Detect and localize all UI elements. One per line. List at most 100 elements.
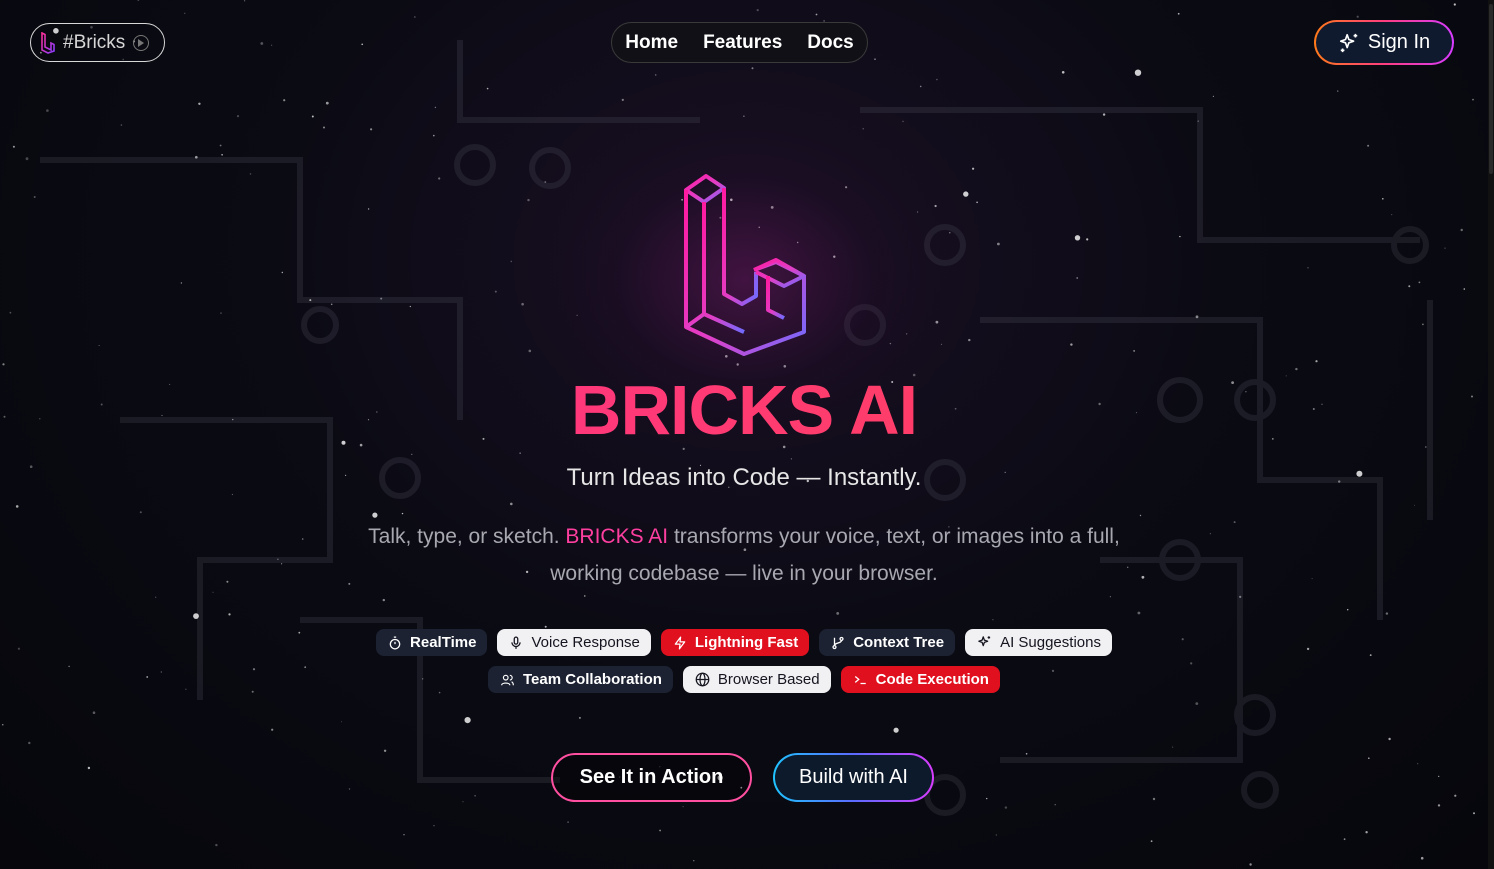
star	[1195, 315, 1199, 319]
star	[367, 208, 370, 210]
star	[693, 860, 695, 862]
play-circle-icon	[133, 34, 150, 51]
sign-in-button[interactable]: Sign In	[1314, 20, 1454, 65]
star	[226, 580, 229, 583]
star	[195, 155, 198, 159]
star	[1137, 611, 1141, 615]
nav-features[interactable]: Features	[703, 32, 782, 54]
star	[1172, 746, 1174, 748]
star	[519, 452, 521, 454]
star	[1420, 856, 1424, 860]
star	[193, 613, 199, 619]
chip-label: Lightning Fast	[694, 634, 799, 651]
chip-realtime: RealTime	[376, 629, 488, 656]
star	[2, 724, 4, 726]
star	[1179, 235, 1181, 238]
star	[1311, 578, 1313, 580]
star	[184, 12, 186, 14]
star	[403, 834, 405, 836]
users-icon	[501, 674, 514, 685]
star	[815, 13, 818, 16]
star	[323, 126, 325, 129]
star	[995, 834, 998, 836]
star	[997, 242, 1000, 246]
star	[1368, 757, 1370, 759]
star	[1463, 288, 1466, 290]
desc-highlight: BRICKS AI	[565, 525, 669, 548]
star	[968, 338, 971, 342]
scrollbar-thumb[interactable]	[1489, 4, 1493, 174]
bricks-hero-logo-icon	[684, 174, 806, 356]
star	[1417, 763, 1419, 765]
star	[1388, 737, 1391, 741]
star	[434, 106, 437, 109]
timer-icon	[389, 636, 401, 649]
star	[271, 44, 273, 46]
star	[361, 43, 364, 46]
star	[756, 9, 759, 12]
chip-label: Team Collaboration	[523, 671, 662, 688]
star	[1150, 840, 1153, 843]
star	[215, 843, 218, 847]
star	[464, 717, 471, 724]
star	[751, 67, 754, 70]
star	[682, 806, 684, 808]
star	[986, 797, 988, 800]
star	[1437, 804, 1441, 807]
star	[510, 502, 513, 506]
star	[1139, 514, 1142, 517]
star	[567, 821, 569, 823]
scrollbar[interactable]	[1488, 0, 1494, 869]
star	[1102, 113, 1106, 116]
star	[411, 453, 413, 455]
chip-lightning-fast: Lightning Fast	[660, 629, 810, 656]
star	[1239, 595, 1242, 599]
star	[1343, 838, 1346, 841]
build-with-ai-button[interactable]: Build with AI	[773, 753, 934, 802]
star	[370, 128, 373, 131]
star	[584, 595, 586, 597]
star	[1152, 797, 1156, 801]
star	[281, 271, 283, 274]
star	[1061, 71, 1065, 74]
star	[1074, 235, 1081, 241]
star	[372, 512, 378, 518]
star	[544, 625, 547, 628]
star	[919, 85, 922, 88]
hero-description: Talk, type, or sketch. BRICKS AI transfo…	[330, 518, 1158, 592]
star	[348, 788, 351, 790]
star	[281, 563, 283, 565]
nav-home[interactable]: Home	[625, 32, 678, 54]
star	[249, 173, 252, 175]
star	[221, 154, 223, 156]
see-it-in-action-button[interactable]: See It in Action	[551, 753, 752, 802]
star	[1347, 609, 1349, 611]
star	[1249, 863, 1252, 866]
star	[659, 829, 661, 832]
terminal-icon	[854, 675, 866, 684]
star	[12, 145, 15, 148]
star	[1444, 247, 1446, 249]
chip-label: AI Suggestions	[1000, 634, 1101, 651]
star	[1025, 753, 1028, 755]
star	[180, 282, 183, 284]
star	[1197, 120, 1199, 122]
star	[474, 795, 476, 797]
star	[1473, 812, 1475, 815]
star	[409, 305, 411, 308]
star	[25, 157, 29, 161]
star	[972, 167, 975, 170]
star	[1134, 69, 1142, 76]
star	[494, 290, 497, 293]
star	[198, 102, 201, 106]
brand-pill[interactable]: #Bricks	[30, 23, 165, 62]
star	[260, 42, 264, 45]
mic-icon	[511, 636, 522, 649]
nav-docs[interactable]: Docs	[807, 32, 853, 54]
star	[139, 511, 142, 514]
star	[330, 303, 333, 306]
star	[521, 302, 524, 306]
star	[236, 115, 240, 118]
star	[1382, 198, 1384, 200]
star	[621, 98, 624, 101]
